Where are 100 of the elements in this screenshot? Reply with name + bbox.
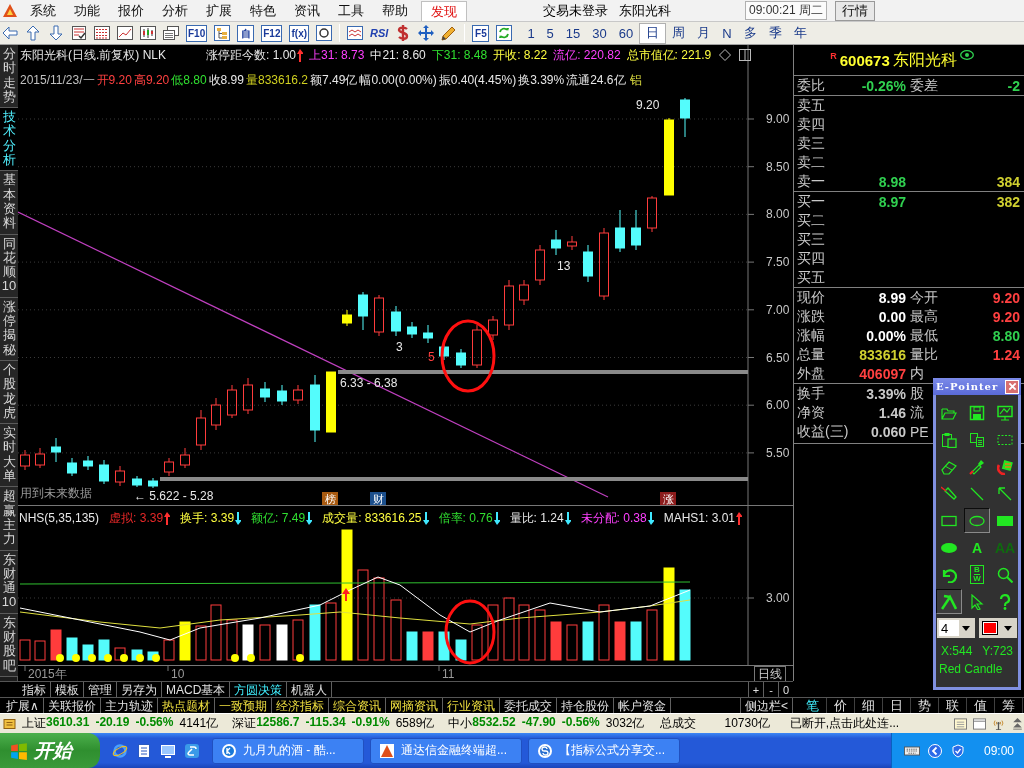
toolbar-button[interactable]: 自 bbox=[237, 24, 255, 42]
double-up-arrow-icon[interactable] bbox=[1011, 717, 1024, 730]
move-icon[interactable] bbox=[418, 25, 435, 41]
ask-level: 卖三 bbox=[797, 134, 825, 153]
keyboard-icon[interactable] bbox=[903, 743, 920, 758]
period-tab[interactable]: 季 bbox=[762, 22, 788, 44]
line-chart-icon[interactable] bbox=[117, 25, 133, 41]
menu-item[interactable]: 功能 bbox=[65, 0, 109, 21]
document-icon[interactable] bbox=[136, 742, 152, 759]
price-axis-label: 5.50 bbox=[766, 445, 790, 460]
period-tab[interactable]: 1 bbox=[521, 22, 541, 44]
tool-button[interactable] bbox=[964, 508, 990, 533]
candlestick-icon[interactable] bbox=[140, 25, 156, 41]
clipboard-icon bbox=[941, 431, 957, 448]
price-axis-label: 9.00 bbox=[766, 112, 790, 126]
globe-icon[interactable] bbox=[112, 742, 128, 759]
period-tab[interactable]: N bbox=[716, 22, 738, 44]
volume-bar bbox=[276, 624, 288, 661]
tree-icon[interactable] bbox=[214, 25, 231, 41]
event-marker[interactable]: 榜 bbox=[322, 492, 338, 506]
period-tab[interactable]: 日 bbox=[639, 22, 667, 44]
menu-item[interactable]: 发现 bbox=[421, 0, 467, 21]
menu-item[interactable]: 帮助 bbox=[373, 0, 417, 21]
period-tab[interactable]: 年 bbox=[787, 22, 813, 44]
chart-annotation: 6.33 - 6.38 bbox=[340, 376, 398, 390]
close-button[interactable] bbox=[1005, 379, 1019, 394]
taskbar-button[interactable]: 九月九的酒 - 酷... bbox=[212, 737, 364, 764]
shield-icon[interactable] bbox=[949, 743, 966, 758]
refresh-icon[interactable] bbox=[496, 25, 513, 41]
volume-bar bbox=[292, 619, 304, 661]
highlight-circle bbox=[444, 599, 496, 665]
side-tab[interactable]: 分时走势 bbox=[0, 45, 18, 109]
candlestick bbox=[164, 457, 174, 477]
window-title: E-Pointer bbox=[936, 381, 999, 392]
menu-item[interactable]: 扩展 bbox=[197, 0, 241, 21]
signal-dot bbox=[104, 654, 112, 662]
diamond-icon[interactable] bbox=[719, 49, 732, 61]
menu-item[interactable]: 特色 bbox=[241, 0, 285, 21]
period-tab[interactable]: 60 bbox=[612, 22, 640, 44]
tool-button[interactable] bbox=[936, 589, 962, 614]
status-text: Red Candle bbox=[938, 662, 1003, 676]
side-tab[interactable]: 东财通10 bbox=[0, 550, 18, 614]
desktop-icon[interactable] bbox=[160, 742, 176, 759]
toolbar-button[interactable]: F10 bbox=[186, 24, 208, 42]
toolbar-button[interactable]: F12 bbox=[261, 24, 283, 42]
eye-icon[interactable] bbox=[959, 50, 974, 60]
toolbar-button[interactable]: RSI bbox=[370, 24, 389, 42]
checklist-icon[interactable] bbox=[71, 25, 87, 41]
connection-link[interactable]: 已断开,点击此处连... bbox=[789, 715, 900, 732]
app-logo-icon[interactable] bbox=[2, 2, 18, 19]
arrow-left-icon[interactable] bbox=[2, 25, 18, 41]
period-tab[interactable]: 15 bbox=[559, 22, 587, 44]
indicator-title: NHS(5,35,135) bbox=[19, 511, 100, 525]
note-icon[interactable] bbox=[3, 717, 16, 730]
index-change: -115.34 bbox=[305, 715, 346, 731]
menu-item[interactable]: 系统 bbox=[21, 0, 65, 21]
arrow-down-icon[interactable] bbox=[48, 25, 64, 41]
tool-button[interactable]: B W bbox=[964, 562, 990, 587]
pencil-icon[interactable] bbox=[441, 25, 458, 41]
side-tab[interactable]: 超赢主力 bbox=[0, 487, 18, 551]
quote-button[interactable]: 行情 bbox=[835, 0, 876, 21]
side-tab[interactable]: 基本资料 bbox=[0, 171, 18, 235]
link-icon[interactable] bbox=[184, 742, 200, 759]
side-tab[interactable]: 同花顺10 bbox=[0, 234, 18, 298]
line-width-select[interactable]: 4 bbox=[937, 618, 975, 638]
period-tab[interactable]: 月 bbox=[691, 22, 717, 44]
tool-button[interactable]: A bbox=[964, 535, 990, 560]
toolbar-button[interactable]: F5 bbox=[472, 24, 490, 42]
ask-level: 卖二 bbox=[797, 153, 825, 172]
side-tab[interactable]: 东财股吧 bbox=[0, 613, 18, 677]
wave-chart-icon[interactable] bbox=[347, 25, 364, 41]
window-icon[interactable] bbox=[973, 717, 986, 730]
side-tab[interactable]: 实时大单 bbox=[0, 424, 18, 488]
taskbar-button[interactable]: 通达信金融终端超... bbox=[370, 737, 522, 764]
window-icon[interactable] bbox=[163, 25, 179, 41]
side-tab[interactable]: 技术分析 bbox=[0, 108, 18, 172]
event-marker[interactable]: 涨 bbox=[660, 492, 676, 506]
quote-value: 0.00 bbox=[878, 308, 906, 325]
event-marker[interactable]: 财 bbox=[370, 492, 386, 506]
period-tab[interactable]: 5 bbox=[540, 22, 560, 44]
ask-price: 8.98 bbox=[878, 173, 906, 190]
side-tab[interactable]: 个股龙虎 bbox=[0, 360, 18, 425]
menu-item[interactable]: 分析 bbox=[153, 0, 197, 21]
start-button[interactable]: 开始 bbox=[0, 733, 100, 768]
arrow-up-icon[interactable] bbox=[25, 25, 41, 41]
menu-item[interactable]: 资讯 bbox=[285, 0, 329, 21]
menu-item[interactable]: 报价 bbox=[109, 0, 153, 21]
period-tab[interactable]: 多 bbox=[737, 22, 763, 44]
taskbar-button[interactable]: 【指标公式分享交... bbox=[528, 737, 680, 764]
side-tab[interactable]: 涨停揭秘 bbox=[0, 297, 18, 361]
document-icon[interactable] bbox=[954, 717, 967, 730]
color-select[interactable] bbox=[979, 618, 1017, 638]
period-tab[interactable]: 周 bbox=[666, 22, 692, 44]
panel-icon[interactable] bbox=[739, 49, 752, 61]
toolbar-button[interactable]: f(x) bbox=[289, 24, 310, 42]
antenna-icon[interactable] bbox=[992, 717, 1005, 730]
menu-item[interactable]: 工具 bbox=[329, 0, 373, 21]
period-tab[interactable]: 30 bbox=[586, 22, 613, 44]
grid-icon[interactable] bbox=[94, 25, 110, 41]
signal-dot bbox=[88, 654, 96, 662]
